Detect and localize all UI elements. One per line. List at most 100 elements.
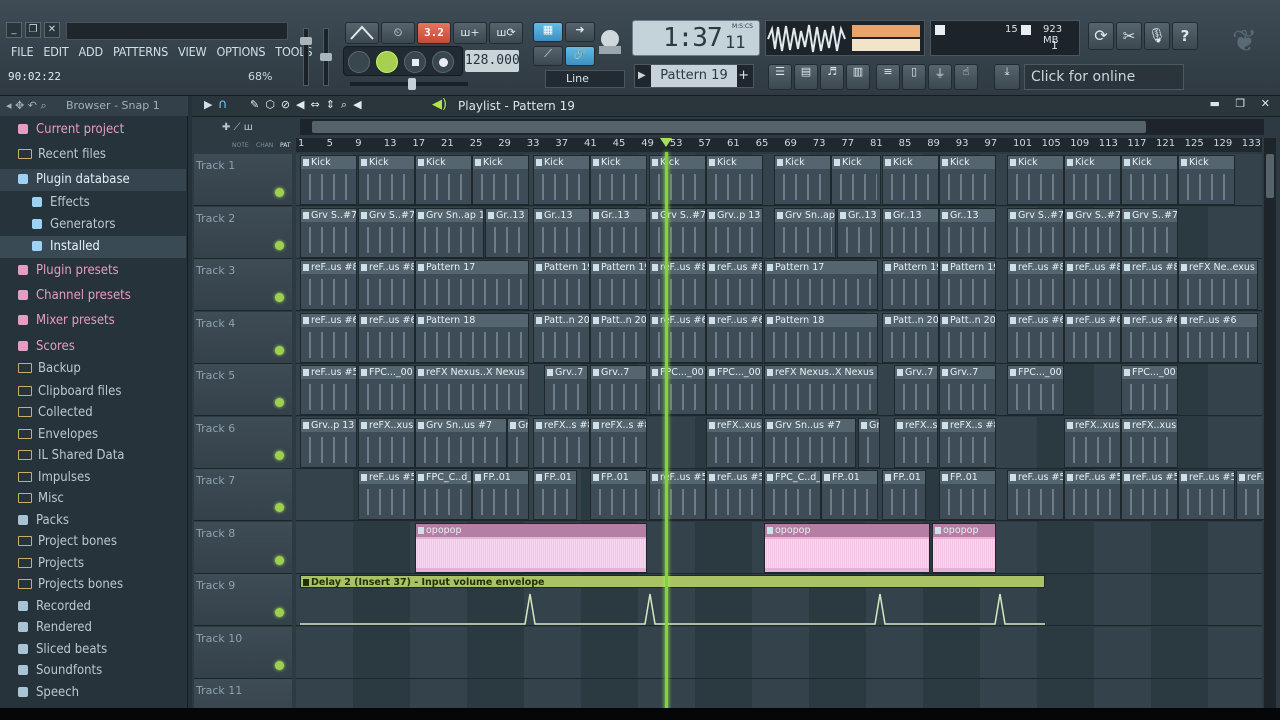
menu-options[interactable]: OPTIONS xyxy=(211,42,270,62)
pattern-clip[interactable]: reF..us #5 xyxy=(706,470,763,520)
track-header[interactable]: Track 6 xyxy=(194,416,292,469)
browser-item-speech[interactable]: Speech xyxy=(0,682,186,704)
track-lane[interactable]: reF..us #5 FPC..._001 reFX Nexus..X Nexus … xyxy=(296,364,1262,416)
audio-clip[interactable]: opopop xyxy=(415,522,647,573)
automation-envelope[interactable] xyxy=(300,588,1050,626)
pattern-clip[interactable]: reF..us #5 xyxy=(358,470,415,520)
pattern-clip[interactable]: reFX..xus xyxy=(358,417,415,468)
master-volume-slider[interactable] xyxy=(300,28,312,86)
pattern-clip[interactable]: Kick xyxy=(1121,155,1178,205)
pattern-clip[interactable]: Patt..n 20 xyxy=(533,312,590,363)
help-button[interactable]: ? xyxy=(1172,22,1198,50)
pattern-clip[interactable]: Kick xyxy=(1007,155,1064,205)
track-lane[interactable]: Grv..p 13reFX..xusGrv Sn..us #7Grv..7reF… xyxy=(296,416,1262,469)
pattern-clip[interactable]: Gr..13 xyxy=(485,207,529,258)
browser-item-recorded[interactable]: Recorded xyxy=(0,596,186,618)
track-lane[interactable]: reF..us #5FPC_C..d_001FP..01FP..01FP..01… xyxy=(296,469,1266,521)
pattern-clip[interactable]: Patt..n 20 xyxy=(590,312,647,363)
pattern-clip[interactable]: Grv..7 xyxy=(939,365,996,415)
pause-button[interactable] xyxy=(376,51,398,73)
pattern-clip[interactable]: FP..01 xyxy=(821,470,878,520)
track-mute-led-icon[interactable] xyxy=(275,660,284,670)
pattern-clip[interactable]: reFX..s #8 xyxy=(939,417,996,468)
pattern-clip[interactable]: Grv..7 xyxy=(544,365,588,415)
pattern-clip[interactable]: reF..us #6 xyxy=(706,312,763,363)
download-button[interactable]: ⤓ xyxy=(994,64,1020,90)
pattern-clip[interactable]: Grv S..#7 xyxy=(300,207,357,258)
pattern-clip[interactable]: Kick xyxy=(415,155,472,205)
pattern-clip[interactable]: Gr..13 xyxy=(882,207,939,258)
pattern-clip[interactable]: Kick xyxy=(1064,155,1121,205)
track-lane[interactable]: reF..us #6 reF..us #6 Pattern 18 Patt..n 20… xyxy=(296,311,1262,364)
channel-rack-button[interactable]: ▤ xyxy=(794,64,818,90)
automation-clip[interactable]: Delay 2 (Insert 37) - Input volume envel… xyxy=(300,575,1045,588)
menu-tools[interactable]: TOOLS xyxy=(270,42,317,62)
menu-file[interactable]: FILE xyxy=(6,42,38,62)
pattern-clip[interactable]: reF..us #6 xyxy=(1178,312,1258,363)
pattern-clip[interactable]: Kick xyxy=(590,155,647,205)
pattern-clip[interactable]: reF..us #8 xyxy=(358,260,415,310)
browser-item-generators[interactable]: Generators xyxy=(0,214,186,236)
piano-roll-button[interactable]: ♬ xyxy=(820,64,844,90)
playlist-view-icons[interactable]: ✚ ⟋ ш xyxy=(222,122,294,136)
pattern-clip[interactable]: Pattern 17 xyxy=(415,260,529,310)
browser-item-projects-bones[interactable]: Projects bones xyxy=(0,574,186,596)
browser-item-mixer-presets[interactable]: Mixer presets xyxy=(0,310,186,332)
pattern-clip[interactable]: reF..us #6 xyxy=(649,312,706,363)
track-lane[interactable]: Grv S..#7Grv S..#7Grv Sn..ap 13Gr..13Gr.… xyxy=(296,206,1262,259)
playlist-menu-icon[interactable]: ▶ xyxy=(204,98,212,111)
pattern-clip[interactable]: reF..us #6 xyxy=(1121,312,1178,363)
pattern-clip[interactable]: Grv S..#7 xyxy=(358,207,415,258)
pattern-clip[interactable]: Grv Sn..us #7 xyxy=(415,417,507,468)
pattern-clip[interactable]: reFX..xus xyxy=(1121,417,1178,468)
restore-icon[interactable]: ❐ xyxy=(25,22,41,38)
pattern-clip[interactable]: reFX..xus xyxy=(1064,417,1121,468)
browser-item-project-bones[interactable]: Project bones xyxy=(0,531,186,553)
pattern-clip[interactable]: Gr..13 xyxy=(590,207,647,258)
browser-item-envelopes[interactable]: Envelopes xyxy=(0,424,186,446)
track-header[interactable]: Track 5 xyxy=(194,364,292,416)
track-header[interactable]: Track 4 xyxy=(194,311,292,364)
track-header[interactable]: Track 3 xyxy=(194,259,292,311)
track-lane[interactable]: Kick Kick Kick Kick Kick Kick Kick Kick Kick Kick… xyxy=(296,154,1262,206)
track-header[interactable]: Track 7 xyxy=(194,469,292,521)
pattern-clip[interactable]: reFX Ne..exus #8 xyxy=(1178,260,1258,310)
pattern-clip[interactable]: reFX..s #8 xyxy=(533,417,590,468)
pattern-clip[interactable]: FPC..._001 xyxy=(1121,365,1178,415)
pattern-clip[interactable]: Kick xyxy=(358,155,415,205)
playlist-window-button[interactable]: ☰ xyxy=(768,64,792,90)
track-mute-led-icon[interactable] xyxy=(275,188,284,197)
pattern-clip[interactable]: Kick xyxy=(831,155,881,205)
add-pattern-icon[interactable]: + xyxy=(738,68,749,83)
track-lane[interactable] xyxy=(296,626,1262,679)
overdub-button[interactable]: ш⟳ xyxy=(489,22,523,44)
pattern-clip[interactable]: FP..01 xyxy=(590,470,647,520)
pattern-clip[interactable]: Grv..7 xyxy=(858,417,880,468)
pattern-clip[interactable]: FP..01 xyxy=(939,470,996,520)
pattern-clip[interactable]: FPC..._001 xyxy=(1007,365,1064,415)
browser-item-effects[interactable]: Effects xyxy=(0,192,186,214)
browser-item-packs[interactable]: Packs xyxy=(0,510,186,532)
track-lane[interactable]: opopop opopop opopop xyxy=(296,521,1262,574)
minimize-icon[interactable]: _ xyxy=(6,22,22,38)
browser-item-rendered[interactable]: Rendered xyxy=(0,617,186,639)
pattern-clip[interactable]: reF..us #6 xyxy=(358,312,415,363)
track-mute-led-icon[interactable] xyxy=(275,345,284,355)
master-level-knob[interactable] xyxy=(408,78,416,90)
pattern-clip[interactable]: reF..us #8 xyxy=(649,260,706,310)
browser-item-il-shared-data[interactable]: IL Shared Data xyxy=(0,445,186,467)
slide-button[interactable]: ⟋ xyxy=(533,46,563,66)
master-level-slider[interactable] xyxy=(350,78,468,90)
playhead-marker-icon[interactable] xyxy=(660,138,672,147)
touch-controller-button[interactable]: ☝ xyxy=(954,64,978,90)
playlist-tools-icons[interactable]: ✎⬡⊘◀⇔⇕⌕◀ xyxy=(250,98,368,112)
playlist-window-controls[interactable]: ▬ ❐ ✕ xyxy=(1210,97,1276,110)
record-audio-button[interactable]: 🎙 xyxy=(1144,22,1170,50)
browser-item-backup[interactable]: Backup xyxy=(0,358,186,380)
pattern-clip[interactable]: reF..us #8 xyxy=(300,260,357,310)
wait-for-input-button[interactable]: ⏲ xyxy=(381,22,415,44)
menu-add[interactable]: ADD xyxy=(74,42,108,62)
pattern-clip[interactable]: Gr..13 xyxy=(533,207,590,258)
pattern-clip[interactable]: Pattern 19 xyxy=(882,260,939,310)
track-lane[interactable]: reF..us #8 reF..us #8 Pattern 17 Pattern 19… xyxy=(296,259,1262,311)
